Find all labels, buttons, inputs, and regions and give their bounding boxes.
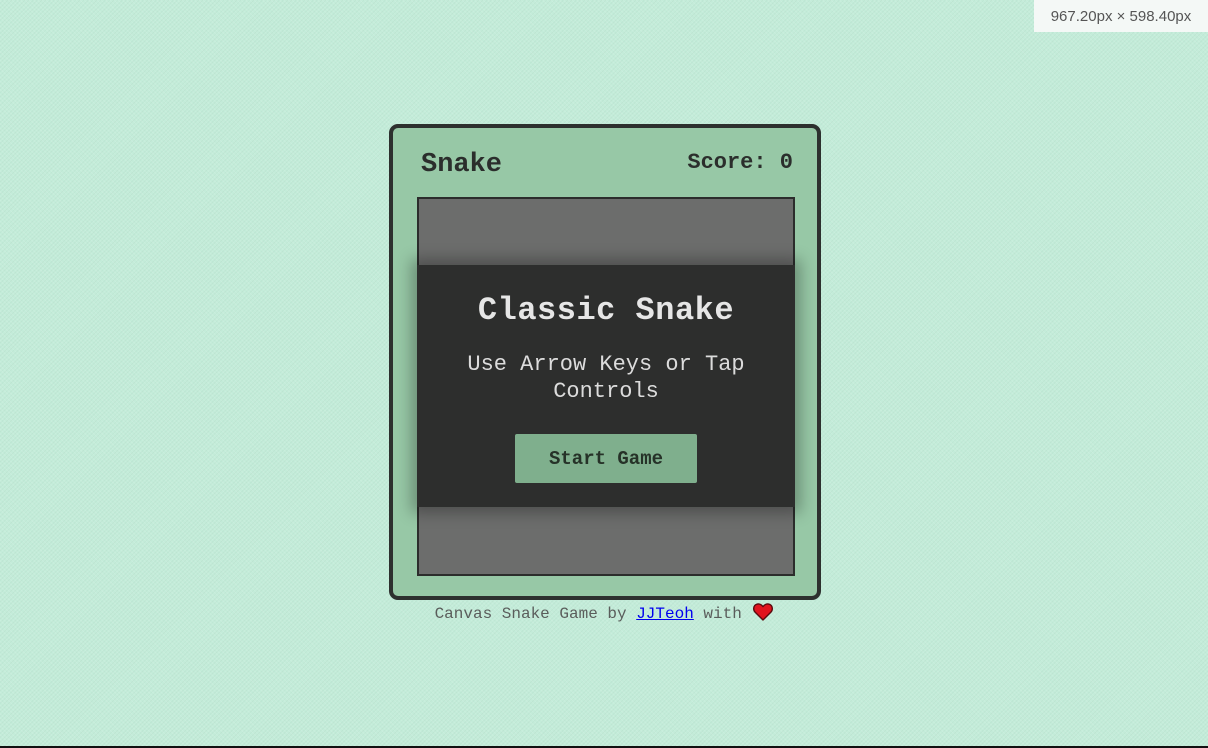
start-game-button[interactable]: Start Game	[515, 434, 697, 483]
viewport-size-readout: 967.20px × 598.40px	[1034, 0, 1208, 32]
start-overlay: Classic Snake Use Arrow Keys or Tap Cont…	[417, 265, 795, 507]
game-title: Snake	[421, 150, 503, 180]
game-console: Snake Score: 0 Classic Snake Use Arrow K…	[389, 124, 821, 600]
overlay-title: Classic Snake	[477, 292, 735, 329]
footer-credit: Canvas Snake Game by JJTeoh with	[0, 603, 1208, 626]
score-display: Score: 0	[687, 150, 793, 175]
heart-icon	[753, 603, 774, 626]
footer-prefix: Canvas Snake Game by	[434, 605, 637, 623]
author-link[interactable]: JJTeoh	[636, 605, 694, 623]
score-value: 0	[779, 150, 793, 175]
score-label: Score:	[687, 150, 780, 175]
footer-suffix: with	[693, 605, 752, 623]
overlay-instructions: Use Arrow Keys or Tap Controls	[467, 352, 745, 404]
